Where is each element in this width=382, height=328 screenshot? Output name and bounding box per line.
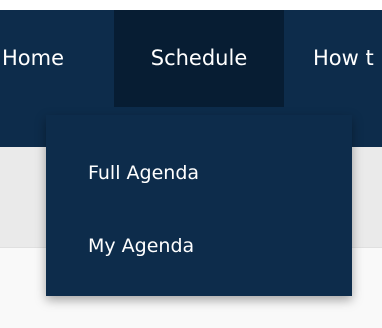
menu-item-full-agenda[interactable]: Full Agenda (88, 162, 199, 184)
nav-item-schedule[interactable]: Schedule (114, 10, 284, 107)
top-strip (0, 0, 382, 10)
schedule-dropdown-menu: Full Agenda My Agenda (46, 115, 352, 296)
nav-item-how-to[interactable]: How t (313, 10, 374, 107)
menu-item-my-agenda[interactable]: My Agenda (88, 235, 194, 257)
nav-item-home[interactable]: Home (2, 10, 64, 107)
